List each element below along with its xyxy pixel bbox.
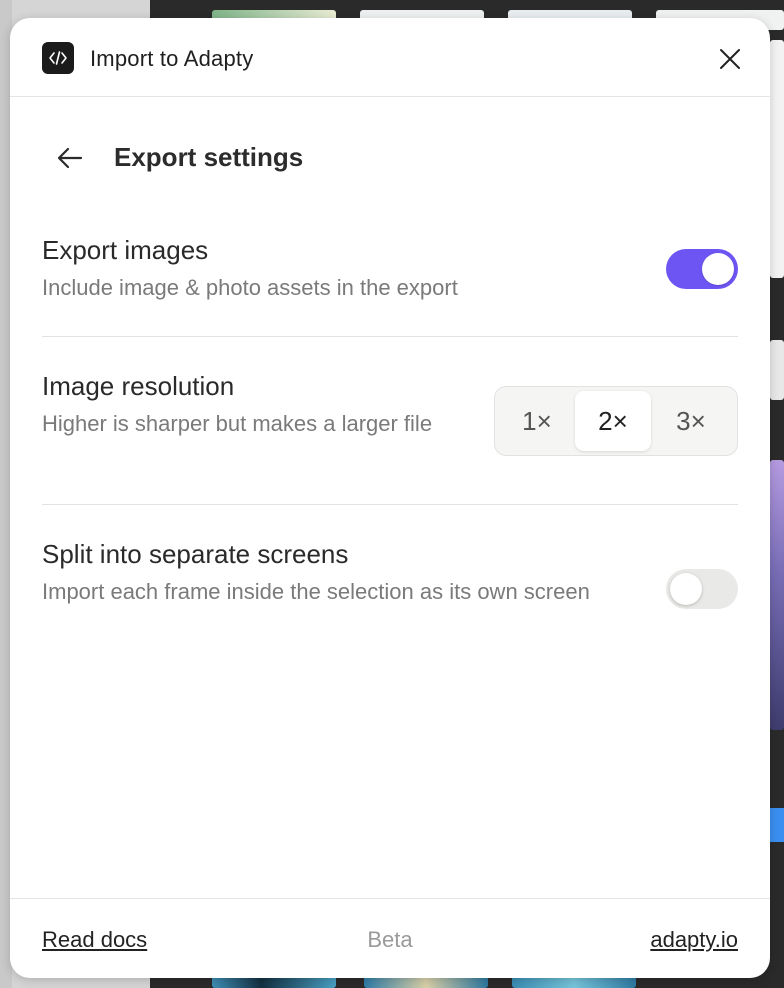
adapty-site-link[interactable]: adapty.io xyxy=(650,927,738,953)
backdrop-frame xyxy=(770,40,784,278)
close-button[interactable] xyxy=(714,43,746,75)
backdrop-frame xyxy=(770,340,784,400)
toggle-knob xyxy=(670,573,702,605)
dialog-header: Import to Adapty xyxy=(10,18,770,97)
toggle-knob xyxy=(702,253,734,285)
close-icon xyxy=(720,49,740,69)
dialog-title: Import to Adapty xyxy=(90,46,254,71)
page-title: Export settings xyxy=(114,142,304,172)
dialog-footer: Read docs Beta adapty.io xyxy=(10,898,770,978)
resolution-option-1x[interactable]: 1× xyxy=(499,391,575,451)
setting-split-screens: Split into separate screens Import each … xyxy=(42,538,738,608)
setting-export-images: Export images Include image & photo asse… xyxy=(42,234,738,304)
import-dialog: Import to Adapty Export settings Export … xyxy=(10,18,770,978)
resolution-option-2x[interactable]: 2× xyxy=(575,391,651,451)
split-screens-toggle[interactable] xyxy=(666,569,738,609)
setting-title: Export images xyxy=(42,235,209,265)
setting-description: Import each frame inside the selection a… xyxy=(42,579,590,604)
setting-description: Higher is sharper but makes a larger fil… xyxy=(42,411,433,436)
code-brackets-icon xyxy=(42,42,74,74)
export-images-toggle[interactable] xyxy=(666,249,738,289)
backdrop-frame xyxy=(770,460,784,730)
arrow-left-icon xyxy=(57,147,83,169)
resolution-option-3x[interactable]: 3× xyxy=(653,391,729,451)
setting-description: Include image & photo assets in the expo… xyxy=(42,275,458,300)
setting-title: Split into separate screens xyxy=(42,539,349,569)
resolution-segmented-control: 1× 2× 3× xyxy=(494,386,738,456)
back-button[interactable] xyxy=(50,142,90,174)
divider xyxy=(42,504,738,505)
divider xyxy=(42,336,738,337)
